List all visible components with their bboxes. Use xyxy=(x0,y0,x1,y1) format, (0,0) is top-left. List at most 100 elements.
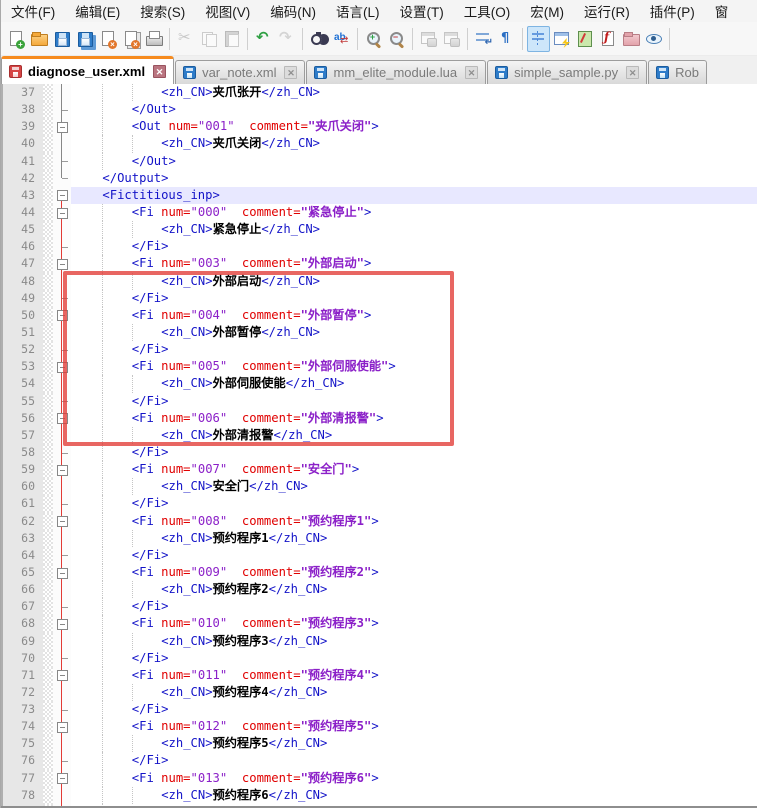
editor-line-44[interactable]: 44<Fi num="000" comment="紧急停止"> xyxy=(1,204,757,221)
editor-line-46[interactable]: 46</Fi> xyxy=(1,238,757,255)
editor-line-55[interactable]: 55</Fi> xyxy=(1,393,757,410)
fold-toggle[interactable] xyxy=(53,358,71,375)
tab-close-button[interactable]: ✕ xyxy=(626,66,639,79)
editor-line-61[interactable]: 61</Fi> xyxy=(1,495,757,512)
editor-line-65[interactable]: 65<Fi num="009" comment="预约程序2"> xyxy=(1,564,757,581)
editor-line-47[interactable]: 47<Fi num="003" comment="外部启动"> xyxy=(1,255,757,272)
editor-line-66[interactable]: 66<zh_CN>预约程序2</zh_CN> xyxy=(1,581,757,598)
new-file-button[interactable] xyxy=(4,26,27,52)
word-wrap-button[interactable] xyxy=(472,26,495,52)
menu-item-[interactable]: 窗 xyxy=(705,0,739,22)
menu-item-e[interactable]: 编辑(E) xyxy=(65,0,130,22)
editor-line-58[interactable]: 58</Fi> xyxy=(1,444,757,461)
editor-line-78[interactable]: 78<zh_CN>预约程序6</zh_CN> xyxy=(1,787,757,804)
fold-toggle[interactable] xyxy=(53,307,71,324)
editor-line-77[interactable]: 77<Fi num="013" comment="预约程序6"> xyxy=(1,770,757,787)
monitoring-button[interactable] xyxy=(642,26,665,52)
zoom-in-button[interactable]: + xyxy=(362,26,385,52)
fold-toggle[interactable] xyxy=(53,255,71,272)
fold-toggle[interactable] xyxy=(53,187,71,204)
editor-line-70[interactable]: 70</Fi> xyxy=(1,650,757,667)
editor-line-63[interactable]: 63<zh_CN>预约程序1</zh_CN> xyxy=(1,530,757,547)
editor-line-74[interactable]: 74<Fi num="012" comment="预约程序5"> xyxy=(1,718,757,735)
menu-item-n[interactable]: 编码(N) xyxy=(260,0,326,22)
document-map-button[interactable] xyxy=(573,26,596,52)
user-dialog-button[interactable] xyxy=(550,26,573,52)
copy-button[interactable] xyxy=(197,26,220,52)
editor-line-62[interactable]: 62<Fi num="008" comment="预约程序1"> xyxy=(1,513,757,530)
tab-diagnose_user-xml[interactable]: diagnose_user.xml✕ xyxy=(1,56,174,84)
editor-line-71[interactable]: 71<Fi num="011" comment="预约程序4"> xyxy=(1,667,757,684)
replace-button[interactable] xyxy=(330,26,353,52)
fold-toggle[interactable] xyxy=(53,513,71,530)
cut-button[interactable] xyxy=(174,26,197,52)
editor-line-50[interactable]: 50<Fi num="004" comment="外部暂停"> xyxy=(1,307,757,324)
zoom-out-button[interactable]: − xyxy=(385,26,408,52)
editor-line-60[interactable]: 60<zh_CN>安全门</zh_CN> xyxy=(1,478,757,495)
fold-toggle[interactable] xyxy=(53,461,71,478)
function-list-button[interactable] xyxy=(596,26,619,52)
editor-line-40[interactable]: 40<zh_CN>夹爪关闭</zh_CN> xyxy=(1,135,757,152)
editor-line-51[interactable]: 51<zh_CN>外部暂停</zh_CN> xyxy=(1,324,757,341)
close-doc-button[interactable] xyxy=(96,26,119,52)
tab-simple_sample-py[interactable]: simple_sample.py✕ xyxy=(487,60,647,84)
editor-line-38[interactable]: 38</Out> xyxy=(1,101,757,118)
menu-item-p[interactable]: 插件(P) xyxy=(640,0,705,22)
close-all-button[interactable] xyxy=(119,26,142,52)
sync-h-button[interactable] xyxy=(440,26,463,52)
fold-toggle[interactable] xyxy=(53,564,71,581)
editor-line-53[interactable]: 53<Fi num="005" comment="外部伺服使能"> xyxy=(1,358,757,375)
editor-line-48[interactable]: 48<zh_CN>外部启动</zh_CN> xyxy=(1,273,757,290)
editor-line-67[interactable]: 67</Fi> xyxy=(1,598,757,615)
editor-line-73[interactable]: 73</Fi> xyxy=(1,701,757,718)
fold-toggle[interactable] xyxy=(53,770,71,787)
fold-toggle[interactable] xyxy=(53,118,71,135)
editor-line-41[interactable]: 41</Out> xyxy=(1,153,757,170)
fold-toggle[interactable] xyxy=(53,718,71,735)
menu-item-m[interactable]: 宏(M) xyxy=(520,0,574,22)
open-button[interactable] xyxy=(27,26,50,52)
tab-close-button[interactable]: ✕ xyxy=(153,65,166,78)
undo-button[interactable] xyxy=(252,26,275,52)
fold-toggle[interactable] xyxy=(53,615,71,632)
editor-line-79[interactable]: 79</Fi> xyxy=(1,804,757,808)
tab-var_note-xml[interactable]: var_note.xml✕ xyxy=(175,60,305,84)
editor-line-49[interactable]: 49</Fi> xyxy=(1,290,757,307)
editor-line-52[interactable]: 52</Fi> xyxy=(1,341,757,358)
fold-toggle[interactable] xyxy=(53,410,71,427)
editor-line-68[interactable]: 68<Fi num="010" comment="预约程序3"> xyxy=(1,615,757,632)
menu-item-v[interactable]: 视图(V) xyxy=(195,0,260,22)
fold-toggle[interactable] xyxy=(53,667,71,684)
tab-mm_elite_module-lua[interactable]: mm_elite_module.lua✕ xyxy=(306,60,486,84)
editor-line-54[interactable]: 54<zh_CN>外部伺服使能</zh_CN> xyxy=(1,375,757,392)
editor-line-59[interactable]: 59<Fi num="007" comment="安全门"> xyxy=(1,461,757,478)
folder-as-workspace-button[interactable] xyxy=(619,26,642,52)
sync-v-button[interactable] xyxy=(417,26,440,52)
tab-close-button[interactable]: ✕ xyxy=(465,66,478,79)
menu-item-s[interactable]: 搜索(S) xyxy=(130,0,195,22)
indent-guide-button[interactable] xyxy=(527,26,550,52)
menu-item-o[interactable]: 工具(O) xyxy=(454,0,521,22)
editor-line-64[interactable]: 64</Fi> xyxy=(1,547,757,564)
print-button[interactable] xyxy=(142,26,165,52)
redo-button[interactable] xyxy=(275,26,298,52)
editor-line-72[interactable]: 72<zh_CN>预约程序4</zh_CN> xyxy=(1,684,757,701)
fold-toggle[interactable] xyxy=(53,204,71,221)
editor-line-42[interactable]: 42</Output> xyxy=(1,170,757,187)
tab-rob[interactable]: Rob xyxy=(648,60,707,84)
editor-line-75[interactable]: 75<zh_CN>预约程序5</zh_CN> xyxy=(1,735,757,752)
editor-line-57[interactable]: 57<zh_CN>外部清报警</zh_CN> xyxy=(1,427,757,444)
paste-button[interactable] xyxy=(220,26,243,52)
menu-item-l[interactable]: 语言(L) xyxy=(326,0,390,22)
save-all-button[interactable] xyxy=(73,26,96,52)
tab-close-button[interactable]: ✕ xyxy=(284,66,297,79)
show-all-characters-button[interactable] xyxy=(495,26,518,52)
editor-line-56[interactable]: 56<Fi num="006" comment="外部清报警"> xyxy=(1,410,757,427)
editor-line-43[interactable]: 43<Fictitious_inp> xyxy=(1,187,757,204)
editor-line-69[interactable]: 69<zh_CN>预约程序3</zh_CN> xyxy=(1,633,757,650)
editor-line-45[interactable]: 45<zh_CN>紧急停止</zh_CN> xyxy=(1,221,757,238)
editor-line-76[interactable]: 76</Fi> xyxy=(1,752,757,769)
editor[interactable]: 37<zh_CN>夹爪张开</zh_CN>38</Out>39<Out num=… xyxy=(1,84,757,808)
menu-item-r[interactable]: 运行(R) xyxy=(574,0,640,22)
menu-item-t[interactable]: 设置(T) xyxy=(390,0,454,22)
